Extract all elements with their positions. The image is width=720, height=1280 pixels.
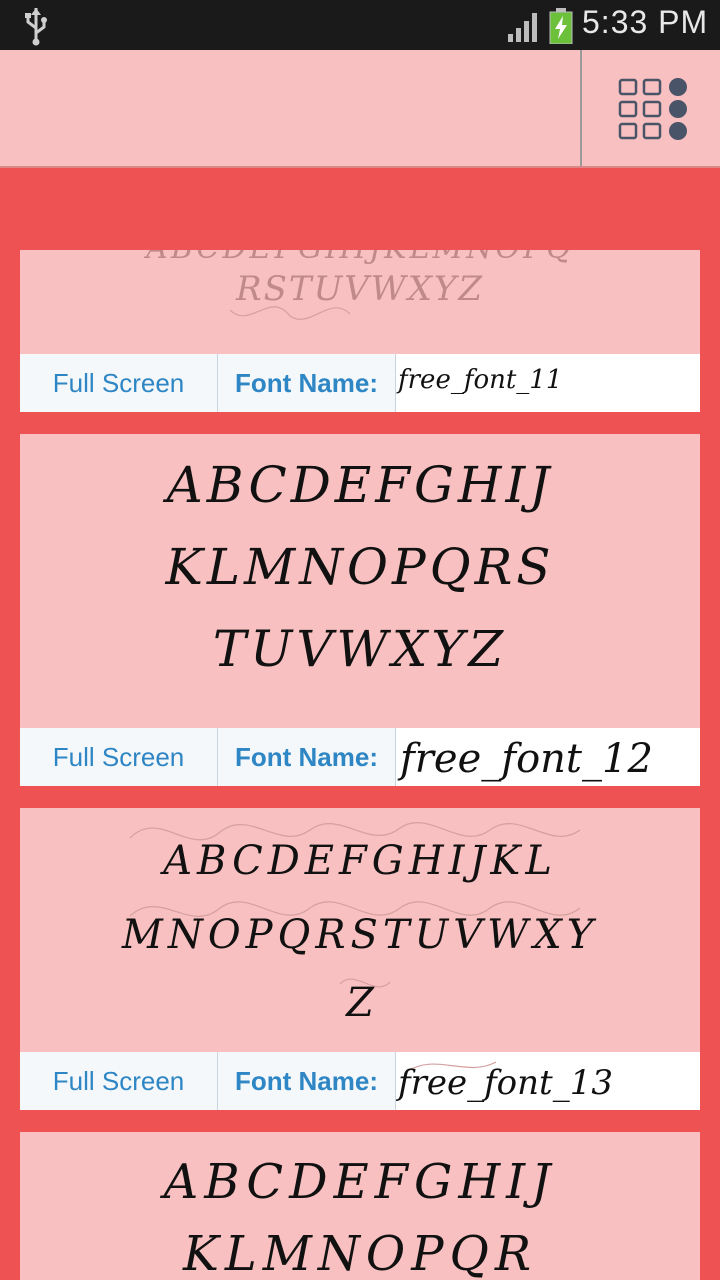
full-screen-button[interactable]: Full Screen xyxy=(20,354,218,412)
status-time: 5:33 PM xyxy=(582,4,709,40)
preview-line: MNOPQRSTUVWXY xyxy=(121,912,598,958)
font-name-value: free_font_13 xyxy=(396,1052,700,1110)
full-screen-button[interactable]: Full Screen xyxy=(20,728,218,786)
font-preview[interactable]: ABCDEFGHIJKLMNOPQ RSTUVWXYZ xyxy=(20,250,700,354)
font-name-text: free_font_12 xyxy=(397,736,653,782)
font-preview[interactable]: ABCDEFGHIJ KLMNOPQRS TUVWXYZ xyxy=(20,434,700,728)
font-card: ABCDEFGHIJ KLMNOPQR xyxy=(20,1132,700,1280)
font-card: ABCDEFGHIJKLMNOPQ RSTUVWXYZ Full Screen … xyxy=(20,250,700,412)
font-name-text: free_font_13 xyxy=(396,1063,613,1103)
status-bar: 5:33 PM xyxy=(0,0,720,50)
battery-charging-icon xyxy=(549,8,573,44)
card-footer: Full Screen Font Name: free_font_12 xyxy=(20,728,700,786)
preview-line: ABCDEFGHIJ xyxy=(163,456,554,514)
app-toolbar xyxy=(0,50,720,168)
preview-line: ABCDEFGHIJKLMNOPQ xyxy=(143,250,574,266)
preview-line: KLMNOPQRS xyxy=(164,538,554,596)
usb-icon xyxy=(25,8,47,46)
grid-menu-icon xyxy=(618,78,687,140)
font-name-text: free_font_11 xyxy=(396,365,562,395)
font-preview[interactable]: ABCDEFGHIJKL MNOPQRSTUVWXY Z xyxy=(20,808,700,1052)
font-card: ABCDEFGHIJKL MNOPQRSTUVWXY Z Full Screen… xyxy=(20,808,700,1110)
font-name-label: Font Name: xyxy=(218,1052,396,1110)
preview-line: ABCDEFGHIJ xyxy=(160,1154,557,1210)
preview-line: Z xyxy=(344,980,375,1026)
full-screen-button[interactable]: Full Screen xyxy=(20,1052,218,1110)
font-name-label: Font Name: xyxy=(218,354,396,412)
font-name-value: free_font_12 xyxy=(396,728,700,786)
preview-line: TUVWXYZ xyxy=(213,620,507,678)
card-footer: Full Screen Font Name: free_font_11 xyxy=(20,354,700,412)
font-name-label: Font Name: xyxy=(218,728,396,786)
font-preview[interactable]: ABCDEFGHIJ KLMNOPQR xyxy=(20,1132,700,1280)
signal-icon xyxy=(508,13,537,42)
preview-line: RSTUVWXYZ xyxy=(235,269,484,309)
preview-line: KLMNOPQR xyxy=(182,1226,537,1280)
font-card: ABCDEFGHIJ KLMNOPQRS TUVWXYZ Full Screen… xyxy=(20,434,700,786)
grid-menu-button[interactable] xyxy=(582,50,720,166)
preview-line: ABCDEFGHIJKL xyxy=(159,838,557,884)
card-footer: Full Screen Font Name: free_font_13 xyxy=(20,1052,700,1110)
font-name-value: free_font_11 xyxy=(396,354,700,412)
